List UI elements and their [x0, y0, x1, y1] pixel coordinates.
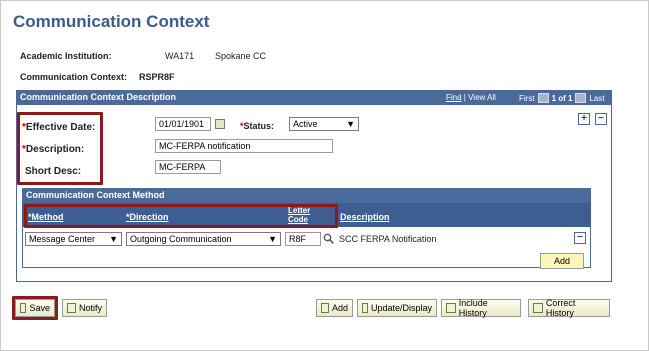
status-select[interactable]: Active ▼ — [289, 117, 359, 131]
calendar-icon[interactable] — [215, 119, 225, 129]
delete-method-row-button[interactable]: − — [574, 232, 586, 244]
first-label[interactable]: First — [519, 94, 535, 103]
lookup-icon[interactable] — [323, 233, 334, 244]
notify-icon — [67, 303, 76, 313]
delete-row-button[interactable]: − — [595, 113, 607, 125]
method-section-title: Communication Context Method — [26, 190, 165, 200]
history-icon — [446, 303, 456, 313]
effective-date-input[interactable]: 01/01/1901 — [155, 117, 211, 131]
direction-select[interactable]: Outgoing Communication ▼ — [126, 232, 281, 246]
status-label: *Status: — [240, 121, 275, 131]
save-icon — [20, 303, 27, 313]
short-desc-input[interactable]: MC-FERPA — [155, 160, 221, 174]
pager: First 1 of 1 Last — [519, 93, 605, 103]
section-title: Communication Context Description — [20, 92, 177, 102]
find-link[interactable]: Find — [446, 93, 462, 102]
short-desc-label: Short Desc: — [25, 166, 82, 177]
include-history-button[interactable]: Include History — [441, 298, 521, 318]
add-method-button[interactable]: Add — [540, 253, 584, 269]
add-button[interactable]: Add — [316, 299, 353, 317]
last-label[interactable]: Last — [589, 94, 604, 103]
institution-name: Spokane CC — [215, 51, 267, 61]
chevron-down-icon: ▼ — [109, 234, 118, 244]
notify-button[interactable]: Notify — [62, 299, 107, 317]
institution-label: Academic Institution: — [20, 51, 112, 61]
range-label: 1 of 1 — [551, 93, 573, 103]
method-section-header: Communication Context Method — [22, 188, 591, 203]
description-input[interactable]: MC-FERPA notification — [155, 139, 333, 153]
prev-arrow-icon[interactable] — [537, 93, 549, 103]
section-nav: Find | View All — [446, 93, 496, 102]
institution-code: WA171 — [165, 51, 195, 61]
page-title: Communication Context — [13, 12, 210, 31]
description-column-header[interactable]: Description — [340, 212, 390, 222]
correct-history-button[interactable]: Correct History — [528, 298, 610, 318]
chevron-down-icon: ▼ — [346, 119, 355, 129]
add-row-button[interactable]: + — [578, 113, 590, 125]
save-button[interactable]: Save — [15, 299, 55, 317]
description-label: *Description: — [22, 144, 85, 155]
context-value: RSPR8F — [139, 72, 175, 82]
add-icon — [321, 303, 329, 313]
view-all-link[interactable]: View All — [468, 93, 496, 102]
correct-history-icon — [533, 303, 543, 313]
method-select[interactable]: Message Center ▼ — [25, 232, 122, 246]
letter-code-input[interactable]: R8F — [285, 232, 321, 246]
next-arrow-icon[interactable] — [575, 93, 587, 103]
update-icon — [362, 303, 368, 313]
highlight-box-columns — [24, 204, 338, 228]
update-display-button[interactable]: Update/Display — [357, 299, 437, 317]
chevron-down-icon: ▼ — [268, 234, 277, 244]
context-label: Communication Context: — [20, 72, 127, 82]
effective-date-label: *Effective Date: — [22, 122, 96, 133]
method-row-description: SCC FERPA Notification — [339, 234, 437, 244]
